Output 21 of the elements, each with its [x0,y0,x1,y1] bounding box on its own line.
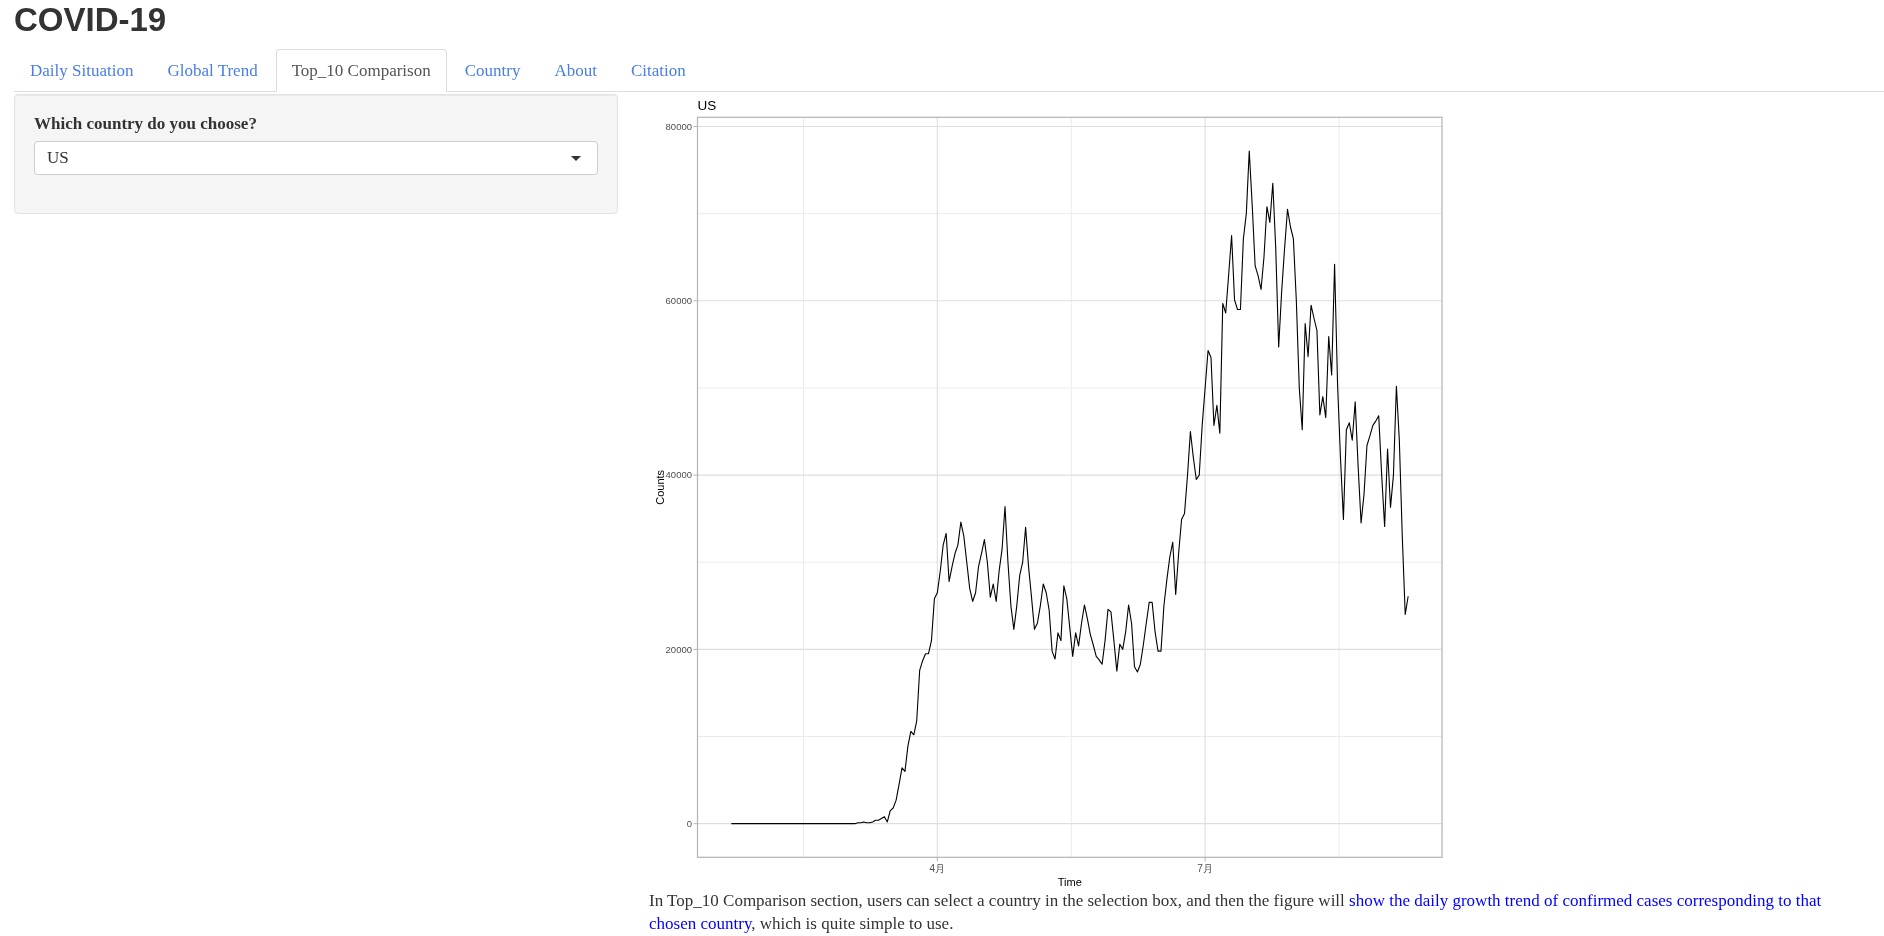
chart-title: US [697,98,717,113]
axis-tick-label: 7月 [1197,863,1213,875]
tab[interactable]: Global Trend [151,49,274,92]
tab[interactable]: Citation [614,49,702,92]
axis-tick-label: 0 [686,817,692,829]
app-title: COVID-19 [14,3,167,36]
axis-title: Counts [654,469,666,505]
caret-icon [571,155,581,161]
tab[interactable]: Country [448,49,537,92]
axis-tick-label: 4月 [929,863,946,875]
axis-tick-label: 80000 [665,120,692,132]
description-text: In Top_10 Comparison section, users can select a country in the selection box, and then the figure will show the daily growth trend of confirmed cases corresponding to that chosen country, which is quite simple to use. [648,890,1823,935]
field-label: Which country do you choose? [34,113,257,135]
axis-tick-label: 40000 [665,469,692,481]
axis-title: Time [1057,876,1082,888]
axis-tick-label: 20000 [665,643,692,655]
tab[interactable]: Daily Situation [14,49,150,92]
tab[interactable]: Top_10 Comparison [275,49,447,92]
tab[interactable]: About [538,49,613,92]
country-select[interactable]: US [34,141,598,175]
axis-tick-label: 60000 [665,295,692,307]
